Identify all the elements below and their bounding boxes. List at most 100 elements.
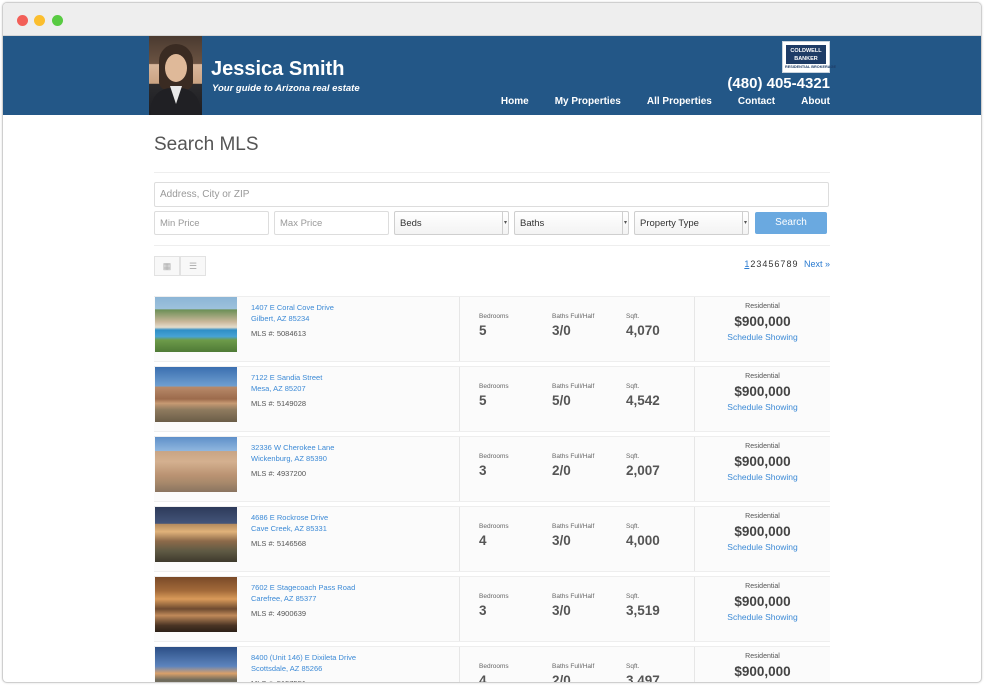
column-divider — [459, 577, 460, 641]
view-toggle: ▦ ☰ — [154, 256, 206, 276]
page-link-5[interactable]: 5 — [768, 259, 773, 269]
schedule-showing-link[interactable]: Schedule Showing — [695, 542, 830, 552]
sqft-value: 4,070 — [626, 323, 660, 338]
listing-address-link[interactable]: 32336 W Cherokee Lane — [251, 443, 334, 452]
baths-value: 3/0 — [552, 533, 571, 548]
bedrooms-value: 3 — [479, 603, 487, 618]
listing-address-link[interactable]: 4686 E Rockrose Drive — [251, 513, 328, 522]
baths-value: 5/0 — [552, 393, 571, 408]
sqft-label: Sqft. — [626, 663, 640, 670]
baths-value: 3/0 — [552, 603, 571, 618]
address-search-input[interactable]: Address, City or ZIP — [154, 182, 829, 207]
property-type-select[interactable]: Property Type ▾ — [634, 211, 749, 235]
listing-photo[interactable] — [155, 647, 237, 682]
min-price-input[interactable]: Min Price — [154, 211, 269, 235]
sqft-label: Sqft. — [626, 593, 640, 600]
listing-photo[interactable] — [155, 297, 237, 352]
baths-value: 2/0 — [552, 673, 571, 683]
listing-mls-number: MLS #: 5084613 — [251, 329, 307, 338]
listing-city-link[interactable]: Cave Creek, AZ 85331 — [251, 524, 327, 533]
listing-row[interactable]: 7602 E Stagecoach Pass Road Carefree, AZ… — [154, 576, 830, 642]
beds-select[interactable]: Beds ▾ — [394, 211, 509, 235]
bedrooms-label: Bedrooms — [479, 453, 509, 460]
listing-city-link[interactable]: Gilbert, AZ 85234 — [251, 314, 309, 323]
grid-icon: ▦ — [162, 261, 172, 271]
listing-city-link[interactable]: Scottsdale, AZ 85266 — [251, 664, 322, 673]
browser-window: Jessica Smith Your guide to Arizona real… — [2, 2, 982, 683]
bedrooms-value: 4 — [479, 673, 487, 683]
listing-address-link[interactable]: 7122 E Sandia Street — [251, 373, 322, 382]
page-link-4[interactable]: 4 — [762, 259, 767, 269]
sqft-value: 3,519 — [626, 603, 660, 618]
divider — [154, 245, 830, 246]
bedrooms-label: Bedrooms — [479, 313, 509, 320]
agent-photo — [149, 36, 202, 115]
agent-name[interactable]: Jessica Smith — [211, 58, 344, 81]
nav-about[interactable]: About — [801, 96, 830, 107]
listing-address-link[interactable]: 1407 E Coral Cove Drive — [251, 303, 334, 312]
schedule-showing-link[interactable]: Schedule Showing — [695, 682, 830, 683]
bedrooms-label: Bedrooms — [479, 523, 509, 530]
listing-price: $900,000 — [734, 664, 791, 679]
list-view-button[interactable]: ☰ — [180, 256, 206, 276]
chevron-down-icon: ▾ — [502, 212, 508, 234]
schedule-showing-link[interactable]: Schedule Showing — [695, 472, 830, 482]
listing-photo[interactable] — [155, 367, 237, 422]
agent-phone[interactable]: (480) 405-4321 — [727, 75, 830, 92]
sqft-value: 2,007 — [626, 463, 660, 478]
baths-label: Baths Full/Half — [552, 383, 595, 390]
brokerage-logo[interactable]: COLDWELL BANKER RESIDENTIAL BROKERAGE — [782, 41, 836, 73]
listing-price: $900,000 — [734, 454, 791, 469]
beds-select-value: Beds — [400, 218, 422, 229]
page-link-9[interactable]: 9 — [792, 259, 797, 269]
divider — [154, 172, 830, 173]
bedrooms-value: 5 — [479, 323, 487, 338]
minimize-window-button[interactable] — [34, 15, 45, 26]
listing-mls-number: MLS #: 5157551 — [251, 679, 306, 682]
nav-all-properties[interactable]: All Properties — [647, 96, 712, 107]
listing-row[interactable]: 1407 E Coral Cove Drive Gilbert, AZ 8523… — [154, 296, 830, 362]
page-link-3[interactable]: 3 — [756, 259, 761, 269]
page-link-7[interactable]: 7 — [780, 259, 785, 269]
listing-photo[interactable] — [155, 577, 237, 632]
grid-view-button[interactable]: ▦ — [154, 256, 180, 276]
property-type: Residential — [745, 443, 780, 450]
schedule-showing-link[interactable]: Schedule Showing — [695, 332, 830, 342]
property-type: Residential — [745, 303, 780, 310]
bedrooms-value: 4 — [479, 533, 487, 548]
bedrooms-value: 3 — [479, 463, 487, 478]
listing-row[interactable]: 7122 E Sandia Street Mesa, AZ 85207 MLS … — [154, 366, 830, 432]
next-page-link[interactable]: Next » — [804, 259, 830, 269]
listing-city-link[interactable]: Wickenburg, AZ 85390 — [251, 454, 327, 463]
baths-select[interactable]: Baths ▾ — [514, 211, 629, 235]
page-link-8[interactable]: 8 — [786, 259, 791, 269]
results-toolbar: ▦ ☰ 123456789 Next » — [154, 256, 830, 286]
page-link-1[interactable]: 1 — [744, 259, 749, 269]
listing-list: 1407 E Coral Cove Drive Gilbert, AZ 8523… — [154, 296, 830, 683]
page-link-6[interactable]: 6 — [774, 259, 779, 269]
listing-photo[interactable] — [155, 437, 237, 492]
search-button[interactable]: Search — [755, 212, 827, 234]
nav-home[interactable]: Home — [501, 96, 529, 107]
column-divider — [459, 297, 460, 361]
listing-row[interactable]: 32336 W Cherokee Lane Wickenburg, AZ 853… — [154, 436, 830, 502]
max-price-input[interactable]: Max Price — [274, 211, 389, 235]
listing-city-link[interactable]: Carefree, AZ 85377 — [251, 594, 316, 603]
nav-my-properties[interactable]: My Properties — [555, 96, 621, 107]
listing-row[interactable]: 8400 (Unit 146) E Dixileta Drive Scottsd… — [154, 646, 830, 683]
property-type: Residential — [745, 653, 780, 660]
listing-row[interactable]: 4686 E Rockrose Drive Cave Creek, AZ 853… — [154, 506, 830, 572]
schedule-showing-link[interactable]: Schedule Showing — [695, 612, 830, 622]
nav-contact[interactable]: Contact — [738, 96, 775, 107]
schedule-showing-link[interactable]: Schedule Showing — [695, 402, 830, 412]
listing-city-link[interactable]: Mesa, AZ 85207 — [251, 384, 306, 393]
maximize-window-button[interactable] — [52, 15, 63, 26]
listing-photo[interactable] — [155, 507, 237, 562]
listing-address-link[interactable]: 8400 (Unit 146) E Dixileta Drive — [251, 653, 356, 662]
page-link-2[interactable]: 2 — [750, 259, 755, 269]
close-window-button[interactable] — [17, 15, 28, 26]
listing-address-link[interactable]: 7602 E Stagecoach Pass Road — [251, 583, 355, 592]
listing-mls-number: MLS #: 5146568 — [251, 539, 307, 548]
listing-mls-number: MLS #: 5149028 — [251, 399, 307, 408]
column-divider — [459, 647, 460, 682]
